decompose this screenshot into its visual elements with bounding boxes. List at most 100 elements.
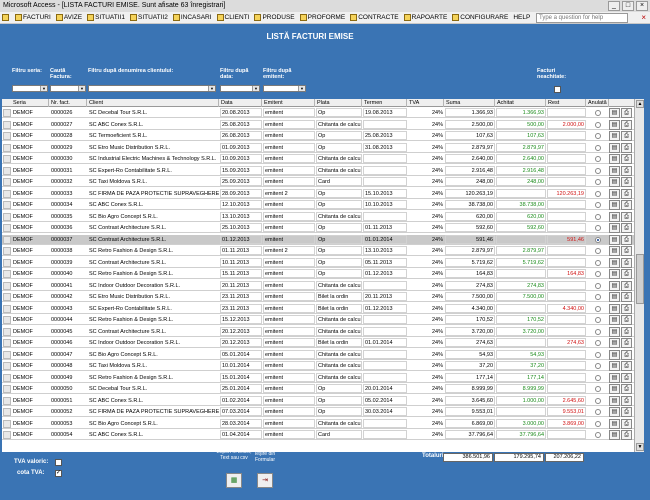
minimize-button[interactable]: _ (608, 1, 620, 11)
anulata-radio[interactable] (595, 328, 601, 335)
view-invoice-button[interactable]: ▤ (609, 246, 620, 256)
row-selector[interactable] (3, 419, 11, 428)
row-selector[interactable] (3, 396, 11, 405)
print-invoice-button[interactable]: ⎙ (621, 119, 632, 130)
view-invoice-button[interactable]: ▤ (609, 418, 620, 429)
view-invoice-button[interactable]: ▤ (609, 108, 620, 118)
view-invoice-button[interactable]: ▤ (609, 303, 620, 314)
chevron-down-icon[interactable]: ▼ (252, 86, 259, 91)
row-selector[interactable] (3, 385, 11, 393)
anulata-radio[interactable] (595, 156, 601, 162)
view-invoice-button[interactable]: ▤ (609, 315, 620, 325)
close-window-button[interactable]: × (636, 1, 648, 11)
view-invoice-button[interactable]: ▤ (609, 338, 620, 348)
menu-item-proforme[interactable]: PROFORME (299, 14, 345, 21)
view-invoice-button[interactable]: ▤ (609, 326, 620, 337)
view-invoice-button[interactable]: ▤ (609, 280, 620, 291)
anulata-radio[interactable] (595, 420, 601, 427)
table-row[interactable]: DEMOF 0000034 SC ABC Conex S.R.L. 12.10.201… (2, 200, 634, 210)
table-row[interactable]: DEMOF 0000054 SC ABC Conex S.R.L. 01.04.201… (2, 430, 634, 440)
row-selector[interactable] (3, 327, 11, 336)
row-selector[interactable] (3, 166, 11, 175)
table-row[interactable]: DEMOF 0000045 SC Contrast Architecture S.R… (2, 326, 634, 337)
view-invoice-button[interactable]: ▤ (609, 188, 620, 199)
print-invoice-button[interactable]: ⎙ (621, 108, 632, 118)
cota-tva-checkbox[interactable]: ✓ (55, 470, 62, 477)
anulata-radio[interactable] (595, 179, 601, 185)
anulata-radio[interactable] (595, 374, 601, 381)
exit-form-button[interactable]: ⇥ (257, 473, 273, 488)
anulata-radio[interactable] (595, 133, 601, 139)
maximize-button[interactable]: □ (622, 1, 634, 11)
scroll-thumb[interactable] (636, 254, 644, 304)
table-row[interactable]: DEMOF 0000031 SC Expert-Ro Contabilitate S… (2, 165, 634, 176)
table-row[interactable]: DEMOF 0000030 SC Industrial Electric Machi… (2, 154, 634, 164)
print-invoice-button[interactable]: ⎙ (621, 292, 632, 302)
print-invoice-button[interactable]: ⎙ (621, 326, 632, 337)
view-invoice-button[interactable]: ▤ (609, 372, 620, 383)
print-invoice-button[interactable]: ⎙ (621, 246, 632, 256)
anulata-radio[interactable] (595, 236, 601, 243)
print-invoice-button[interactable]: ⎙ (621, 430, 632, 440)
table-row[interactable]: DEMOF 0000033 SC FIRMA DE PAZA PROTECTIE S… (2, 188, 634, 199)
table-row[interactable]: DEMOF 0000039 SC Contrast Architecture S.R… (2, 257, 634, 268)
anulata-radio[interactable] (595, 259, 601, 266)
chevron-down-icon[interactable]: ▼ (208, 86, 215, 91)
filter-data-combo[interactable]: ▼ (220, 85, 260, 92)
print-invoice-button[interactable]: ⎙ (621, 223, 632, 233)
view-invoice-button[interactable]: ▤ (609, 142, 620, 153)
table-row[interactable]: DEMOF 0000028 SC Termoeficient S.R.L. 26.08… (2, 131, 634, 141)
table-row[interactable]: DEMOF 0000029 SC Etro Music Distribution S… (2, 142, 634, 153)
view-invoice-button[interactable]: ▤ (609, 430, 620, 440)
print-invoice-button[interactable]: ⎙ (621, 257, 632, 268)
menu-item-help[interactable]: HELP (513, 14, 530, 21)
scroll-down-icon[interactable]: ▼ (636, 443, 644, 451)
tva-valoric-checkbox[interactable] (55, 459, 62, 466)
anulata-radio[interactable] (595, 363, 601, 369)
row-selector[interactable] (3, 258, 11, 267)
print-invoice-button[interactable]: ⎙ (621, 418, 632, 429)
access-app-icon[interactable] (2, 14, 10, 21)
table-row[interactable]: DEMOF 0000036 SC Contrast Architecture S.R… (2, 223, 634, 233)
table-row[interactable]: DEMOF 0000040 SC Retro Fashion & Design S.… (2, 269, 634, 279)
close-document-button[interactable]: × (641, 13, 646, 23)
scroll-up-icon[interactable]: ▲ (636, 100, 644, 108)
row-selector[interactable] (3, 155, 11, 163)
row-selector[interactable] (3, 189, 11, 198)
anulata-radio[interactable] (595, 432, 601, 438)
anulata-radio[interactable] (595, 351, 601, 358)
row-selector[interactable] (3, 270, 11, 278)
anulata-radio[interactable] (595, 271, 601, 277)
table-row[interactable]: DEMOF 0000052 SC FIRMA DE PAZA PROTECTIE S… (2, 407, 634, 417)
table-row[interactable]: DEMOF 0000049 SC Retro Fashion & Design S.… (2, 372, 634, 383)
row-selector[interactable] (3, 362, 11, 370)
print-invoice-button[interactable]: ⎙ (621, 280, 632, 291)
table-row[interactable]: DEMOF 0000044 SC Retro Fashion & Design S.… (2, 315, 634, 325)
anulata-radio[interactable] (595, 225, 601, 231)
view-invoice-button[interactable]: ▤ (609, 177, 620, 187)
print-invoice-button[interactable]: ⎙ (621, 384, 632, 394)
menu-item-situatii1[interactable]: SITUATII1 (87, 14, 125, 21)
view-invoice-button[interactable]: ▤ (609, 211, 620, 222)
row-selector[interactable] (3, 293, 11, 301)
print-invoice-button[interactable]: ⎙ (621, 395, 632, 406)
row-selector[interactable] (3, 224, 11, 232)
print-invoice-button[interactable]: ⎙ (621, 200, 632, 210)
table-row[interactable]: DEMOF 0000035 SC Bio Agro Concept S.R.L. 13… (2, 211, 634, 222)
view-invoice-button[interactable]: ▤ (609, 154, 620, 164)
help-search-input[interactable]: Type a question for help (536, 13, 628, 23)
table-row[interactable]: DEMOF 0000048 SC Taxi Moldova S.R.L. 10.01.… (2, 361, 634, 371)
print-invoice-button[interactable]: ⎙ (621, 234, 632, 245)
row-selector[interactable] (3, 143, 11, 152)
filter-neachitate-checkbox[interactable] (554, 86, 561, 93)
view-invoice-button[interactable]: ▤ (609, 223, 620, 233)
table-row[interactable]: DEMOF 0000038 SC Retro Fashion & Design S.… (2, 246, 634, 256)
menu-item-produse[interactable]: PRODUSE (254, 14, 295, 21)
print-invoice-button[interactable]: ⎙ (621, 154, 632, 164)
row-selector[interactable] (3, 304, 11, 313)
view-invoice-button[interactable]: ▤ (609, 257, 620, 268)
table-row[interactable]: DEMOF 0000042 SC Etro Music Distribution S… (2, 292, 634, 302)
view-invoice-button[interactable]: ▤ (609, 234, 620, 245)
row-selector[interactable] (3, 235, 11, 244)
table-row[interactable]: DEMOF 0000032 SC Taxi Moldova S.R.L. 25.09.… (2, 177, 634, 187)
